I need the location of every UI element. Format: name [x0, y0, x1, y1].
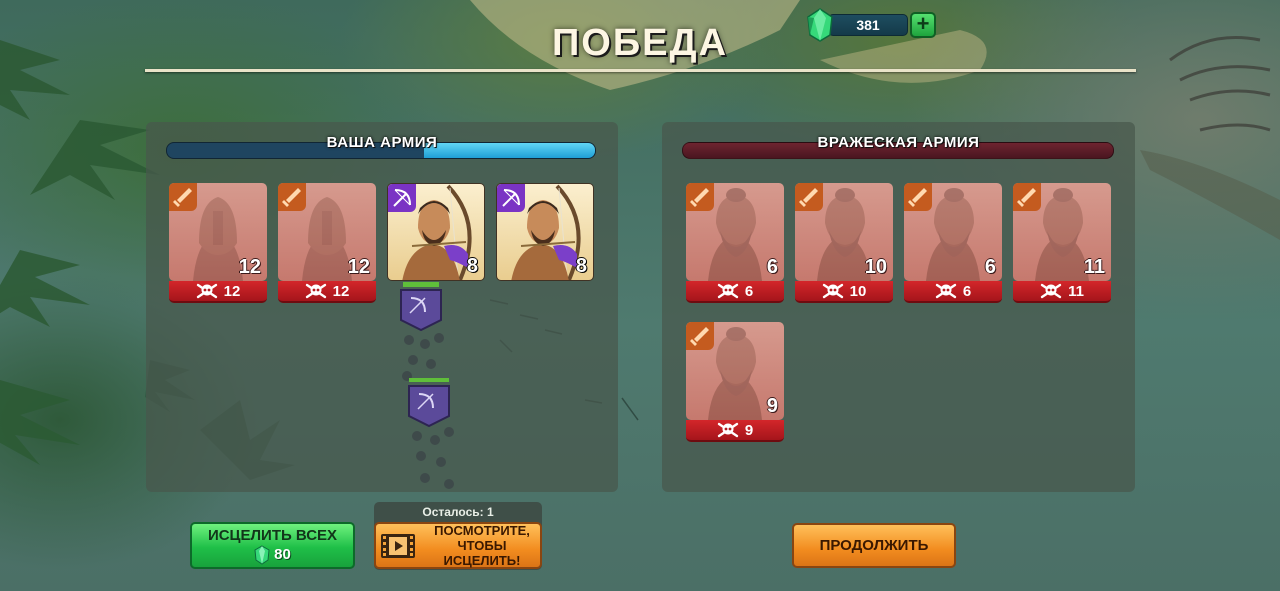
- unit-portrait: 6: [904, 183, 1002, 281]
- gem-counter: 381 +: [806, 8, 936, 42]
- player-army-label: ВАША АРМИЯ: [326, 134, 438, 151]
- sword-icon: [278, 183, 306, 211]
- unit-deaths: 12: [332, 282, 350, 300]
- plus-icon: +: [916, 11, 930, 36]
- unit-count: 9: [766, 395, 778, 417]
- enemy-unit-card[interactable]: 10 10: [795, 183, 893, 305]
- heal-all-button[interactable]: ИСЦЕЛИТЬ ВСЕХ 80: [190, 522, 355, 569]
- continue-label: ПРОДОЛЖИТЬ: [819, 537, 929, 554]
- unit-deaths-strip: 10: [795, 281, 893, 303]
- unit-deaths-strip: 12: [278, 281, 376, 303]
- skull-crossbones-icon: [717, 283, 739, 299]
- add-gems-button[interactable]: +: [910, 12, 936, 38]
- unit-deaths: 6: [962, 282, 972, 300]
- watch-ad-line1: ПОСМОТРИТЕ,: [434, 523, 530, 538]
- page-title: ПОБЕДА: [551, 22, 729, 64]
- player-unit-card[interactable]: 12 12: [278, 183, 376, 305]
- unit-portrait: 9: [686, 322, 784, 420]
- unit-count: 6: [766, 256, 778, 278]
- player-unit-card[interactable]: 8: [496, 183, 594, 305]
- unit-count: 12: [347, 256, 370, 278]
- sword-icon: [686, 322, 714, 350]
- unit-portrait: 8: [496, 183, 594, 281]
- title-divider: [145, 69, 1136, 72]
- unit-deaths: 9: [744, 421, 754, 439]
- sword-icon: [1013, 183, 1041, 211]
- unit-portrait: 8: [387, 183, 485, 281]
- unit-deaths-strip: 6: [686, 281, 784, 303]
- unit-portrait: 12: [278, 183, 376, 281]
- unit-count: 12: [238, 256, 261, 278]
- enemy-unit-card[interactable]: 6 6: [904, 183, 1002, 305]
- unit-portrait: 10: [795, 183, 893, 281]
- sword-icon: [169, 183, 197, 211]
- unit-deaths-strip: 12: [169, 281, 267, 303]
- gem-amount: 381: [828, 14, 908, 36]
- skull-crossbones-icon: [935, 283, 957, 299]
- heal-all-cost-value: 80: [274, 545, 291, 563]
- unit-portrait: 11: [1013, 183, 1111, 281]
- unit-portrait: 12: [169, 183, 267, 281]
- enemy-unit-card[interactable]: 6 6: [686, 183, 784, 305]
- unit-portrait: 6: [686, 183, 784, 281]
- skull-crossbones-icon: [717, 422, 739, 438]
- skull-crossbones-icon: [305, 283, 326, 299]
- heal-all-cost: 80: [254, 544, 291, 565]
- remaining-count: Осталось: 1: [422, 505, 494, 519]
- enemy-unit-card[interactable]: 9 9: [686, 322, 784, 444]
- enemy-unit-card[interactable]: 11 11: [1013, 183, 1111, 305]
- skull-crossbones-icon: [822, 283, 843, 299]
- bow-icon: [388, 184, 416, 212]
- sword-icon: [795, 183, 823, 211]
- film-icon: [381, 533, 415, 558]
- continue-button[interactable]: ПРОДОЛЖИТЬ: [792, 523, 956, 568]
- unit-deaths-strip: 11: [1013, 281, 1111, 303]
- bow-icon: [497, 184, 525, 212]
- unit-deaths-strip: 6: [904, 281, 1002, 303]
- sword-icon: [904, 183, 932, 211]
- player-army-panel: ВАША АРМИЯ: [146, 122, 618, 492]
- watch-ad-line2: ЧТОБЫ ИСЦЕЛИТЬ!: [443, 538, 521, 568]
- skull-crossbones-icon: [1040, 283, 1062, 299]
- watch-ad-label: ПОСМОТРИТЕ, ЧТОБЫ ИСЦЕЛИТЬ!: [424, 523, 540, 568]
- unit-count: 10: [864, 256, 887, 278]
- unit-count: 8: [466, 255, 478, 277]
- unit-deaths: 6: [744, 282, 754, 300]
- unit-deaths-strip: 9: [686, 420, 784, 442]
- skull-crossbones-icon: [196, 283, 217, 299]
- gem-icon: [254, 544, 270, 565]
- unit-deaths: 10: [849, 282, 867, 300]
- unit-count: 11: [1083, 256, 1105, 278]
- unit-count: 6: [984, 256, 996, 278]
- sword-icon: [686, 183, 714, 211]
- heal-all-label: ИСЦЕЛИТЬ ВСЕХ: [207, 526, 338, 544]
- gem-icon: [807, 8, 833, 42]
- watch-ad-heal-button[interactable]: ПОСМОТРИТЕ, ЧТОБЫ ИСЦЕЛИТЬ!: [374, 522, 542, 569]
- unit-deaths: 11: [1068, 282, 1084, 300]
- enemy-army-label: ВРАЖЕСКАЯ АРМИЯ: [817, 134, 980, 151]
- unit-deaths: 12: [223, 282, 241, 300]
- unit-count: 8: [575, 255, 587, 277]
- player-unit-card[interactable]: 12 12: [169, 183, 267, 305]
- marching-archer-squad: [400, 282, 454, 489]
